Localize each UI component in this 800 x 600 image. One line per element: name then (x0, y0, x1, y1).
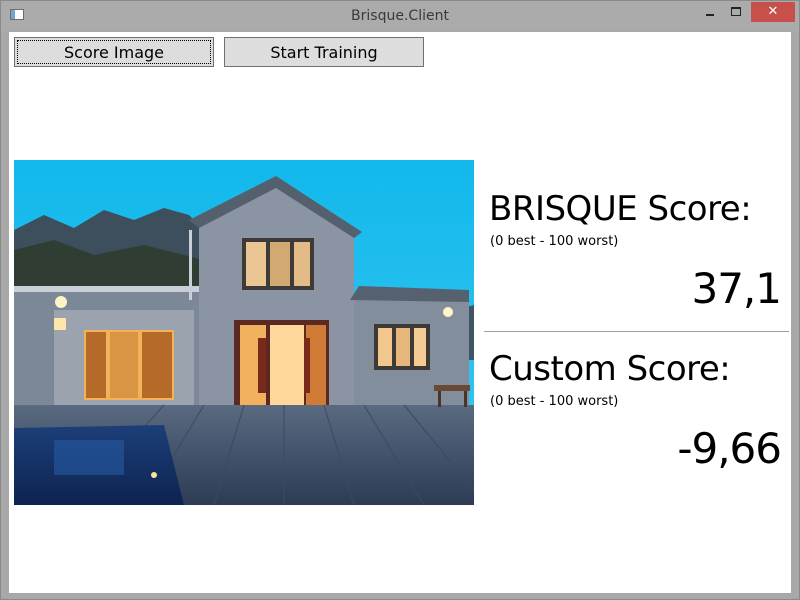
window-title: Brisque.Client (351, 8, 449, 24)
app-window: Brisque.Client ✕ Score Image Start Train… (0, 0, 800, 600)
custom-score-label: Custom Score: (489, 349, 731, 389)
title-bar[interactable]: Brisque.Client ✕ (1, 1, 799, 31)
client-area: Score Image Start Training BRISQUE Score… (9, 32, 791, 593)
minimize-icon[interactable] (697, 2, 723, 22)
house-photo (14, 160, 474, 505)
score-image-button[interactable]: Score Image (14, 37, 214, 67)
maximize-icon[interactable] (723, 2, 749, 22)
brisque-score-value: 37,1 (691, 264, 782, 313)
custom-score-value: -9,66 (677, 424, 782, 473)
score-divider (484, 331, 789, 332)
close-icon[interactable]: ✕ (751, 2, 795, 22)
start-training-button[interactable]: Start Training (224, 37, 424, 67)
scored-image (14, 160, 474, 505)
brisque-score-label: BRISQUE Score: (489, 189, 752, 229)
brisque-score-range-hint: (0 best - 100 worst) (490, 234, 619, 249)
custom-score-range-hint: (0 best - 100 worst) (490, 394, 619, 409)
